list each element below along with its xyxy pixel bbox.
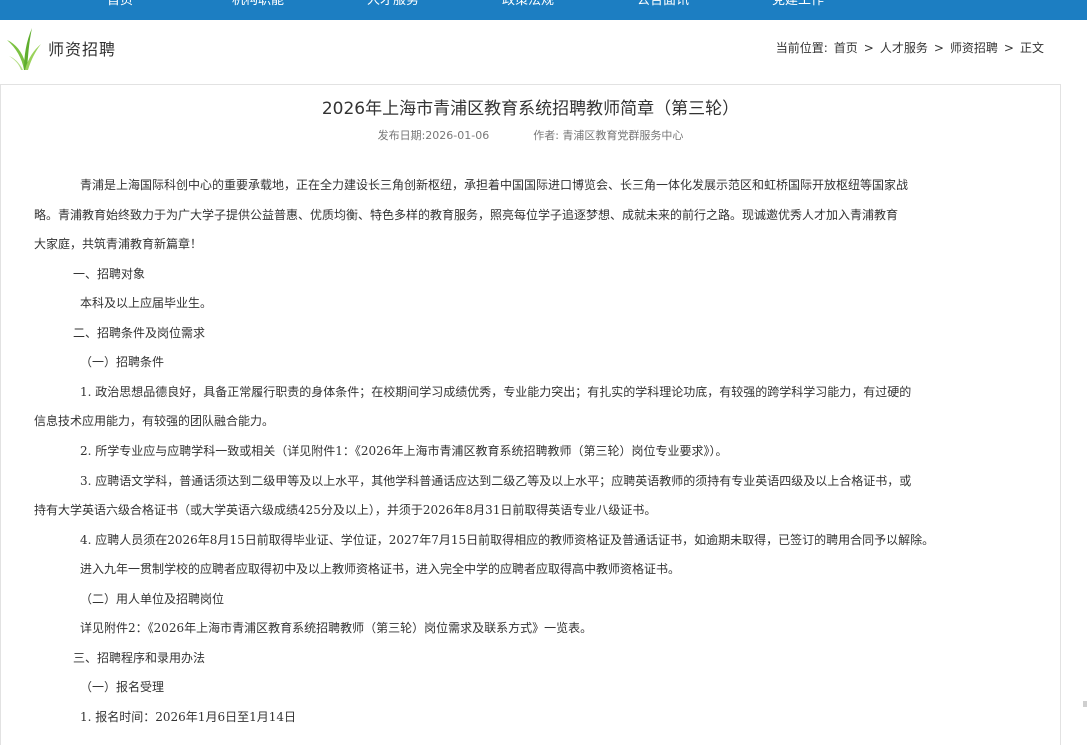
intro-paragraph-line: 青浦是上海国际科创中心的重要承载地，正在全力建设长三角创新枢纽，承担着中国国际进… [80, 176, 908, 193]
article-container: 2026年上海市青浦区教育系统招聘教师简章（第三轮） 发布日期:2026-01-… [0, 84, 1061, 745]
subheading-registration: （一）报名受理 [80, 678, 164, 695]
nav-item-party-building[interactable]: 党建工作 [772, 0, 824, 11]
condition-item-3: 3. 应聘语文学科，普通话须达到二级甲等及以上水平，其他学科普通话应达到二级乙等… [80, 472, 911, 489]
heading-recruitment-target: 一、招聘对象 [73, 265, 145, 282]
registration-time: 1. 报名时间：2026年1月6日至1月14日 [80, 708, 296, 725]
breadcrumb-teacher-recruitment[interactable]: 师资招聘 [950, 41, 998, 55]
publish-date: 发布日期:2026-01-06 [378, 129, 490, 142]
nav-item-policies[interactable]: 政策法规 [502, 0, 554, 11]
condition-item-4: 4. 应聘人员须在2026年8月15日前取得毕业证、学位证，2027年7月15日… [80, 531, 934, 548]
breadcrumb-separator: > [864, 41, 874, 55]
paragraph-attachment-2: 详见附件2：《2026年上海市青浦区教育系统招聘教师（第三轮）岗位需求及联系方式… [80, 619, 592, 636]
breadcrumb-prefix: 当前位置: [776, 41, 828, 55]
scrollbar-thumb[interactable] [1083, 701, 1087, 707]
nav-item-announcements[interactable]: 公告面讯 [637, 0, 689, 11]
paragraph-target: 本科及以上应届毕业生。 [80, 294, 212, 311]
breadcrumb-home[interactable]: 首页 [834, 41, 858, 55]
breadcrumb-separator: > [1004, 41, 1014, 55]
intro-paragraph-line: 大家庭，共筑青浦教育新篇章！ [34, 235, 202, 252]
nav-item-home[interactable]: 首页 [107, 0, 133, 11]
section-title: 师资招聘 [48, 36, 116, 60]
condition-item-1: 1. 政治思想品德良好，具备正常履行职责的身体条件；在校期间学习成绩优秀，专业能… [80, 383, 911, 400]
breadcrumb-current: 正文 [1020, 41, 1044, 55]
intro-paragraph-line: 略。青浦教育始终致力于为广大学子提供公益普惠、优质均衡、特色多样的教育服务，照亮… [34, 206, 898, 223]
condition-item-1-cont: 信息技术应用能力，有较强的团队融合能力。 [34, 412, 274, 429]
breadcrumb: 当前位置: 首页 > 人才服务 > 师资招聘 > 正文 [776, 39, 1044, 56]
condition-item-3-cont: 持有大学英语六级合格证书（或大学英语六级成绩425分及以上），并须于2026年8… [34, 501, 656, 518]
subheading-employers-positions: （二）用人单位及招聘岗位 [80, 590, 224, 607]
nav-item-functions[interactable]: 机构职能 [232, 0, 284, 11]
section-header: 师资招聘 当前位置: 首页 > 人才服务 > 师资招聘 > 正文 [0, 20, 1087, 76]
article-meta: 发布日期:2026-01-06 作者: 青浦区教育党群服务中心 [1, 127, 1060, 143]
heading-procedure: 三、招聘程序和录用办法 [73, 649, 205, 666]
leaf-icon [6, 26, 42, 70]
breadcrumb-talent-services[interactable]: 人才服务 [880, 41, 928, 55]
heading-conditions-and-positions: 二、招聘条件及岗位需求 [73, 324, 205, 341]
breadcrumb-separator: > [934, 41, 944, 55]
article-title: 2026年上海市青浦区教育系统招聘教师简章（第三轮） [1, 94, 1060, 119]
condition-item-2: 2. 所学专业应与应聘学科一致或相关（详见附件1：《2026年上海市青浦区教育系… [80, 442, 727, 459]
top-navigation-bar: 首页 机构职能 人才服务 政策法规 公告面讯 党建工作 [0, 0, 1087, 20]
condition-item-4-note: 进入九年一贯制学校的应聘者应取得初中及以上教师资格证书，进入完全中学的应聘者应取… [80, 560, 680, 577]
article-author: 作者: 青浦区教育党群服务中心 [533, 129, 683, 142]
nav-item-talent-services[interactable]: 人才服务 [367, 0, 419, 11]
subheading-conditions: （一）招聘条件 [80, 353, 164, 370]
